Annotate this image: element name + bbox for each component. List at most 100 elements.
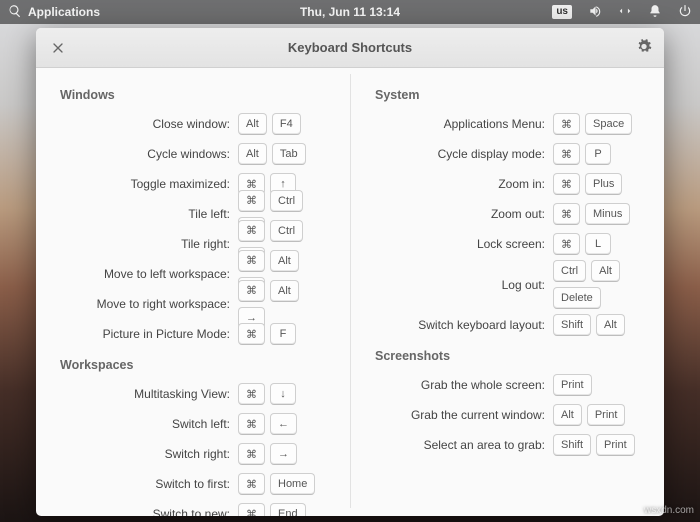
top-panel: Applications Thu, Jun 11 13:14 us — [0, 0, 700, 24]
right-column: System Applications Menu: ⌘Space Cycle disp… — [350, 74, 664, 508]
key-cap: ⌘ — [238, 323, 265, 345]
shortcut-label: Applications Menu: — [375, 117, 545, 131]
shortcut-keys: ⌘Space — [553, 113, 632, 135]
shortcut-keys: ⌘→ — [238, 443, 297, 465]
keyboard-shortcuts-window: Keyboard Shortcuts WindowsClose window:A… — [36, 28, 664, 516]
shortcut-keys: AltF4 — [238, 113, 301, 135]
key-cap: Plus — [585, 173, 622, 195]
shortcut-label: Select an area to grab: — [375, 438, 545, 452]
panel-clock[interactable]: Thu, Jun 11 13:14 — [300, 5, 400, 19]
key-cap: ⌘ — [238, 473, 265, 495]
key-cap: ⌘ — [238, 220, 265, 242]
left-column: WindowsClose window:AltF4Cycle windows:A… — [36, 74, 350, 508]
shortcut-row: Switch to first: ⌘Home — [60, 470, 330, 498]
shortcut-keys: ⌘Plus — [553, 173, 622, 195]
key-cap: F4 — [272, 113, 301, 135]
keyboard-layout-indicator[interactable]: us — [552, 5, 572, 19]
shortcut-label: Tile right: — [60, 237, 230, 251]
shortcut-row: Log out: CtrlAltDelete — [375, 260, 644, 309]
key-cap: ⌘ — [553, 143, 580, 165]
shortcut-row: Zoom out: ⌘Minus — [375, 200, 644, 228]
shortcut-label: Switch left: — [60, 417, 230, 431]
key-cap: ⌘ — [238, 383, 265, 405]
titlebar: Keyboard Shortcuts — [36, 28, 664, 68]
key-cap: Ctrl — [270, 190, 303, 212]
shortcut-label: Zoom out: — [375, 207, 545, 221]
key-cap: → — [270, 443, 297, 465]
shortcut-label: Cycle display mode: — [375, 147, 545, 161]
key-cap: Ctrl — [553, 260, 586, 282]
shortcut-keys: ShiftAlt — [553, 314, 625, 336]
shortcut-label: Cycle windows: — [60, 147, 230, 161]
key-cap: F — [270, 323, 296, 345]
shortcut-keys: ⌘F — [238, 323, 296, 345]
shortcut-label: Tile left: — [60, 207, 230, 221]
key-cap: ⌘ — [553, 203, 580, 225]
shortcut-row: Picture in Picture Mode: ⌘F — [60, 320, 330, 348]
shortcut-label: Multitasking View: — [60, 387, 230, 401]
section-heading: Workspaces — [60, 358, 330, 372]
notifications-icon[interactable] — [648, 4, 662, 21]
shortcut-label: Picture in Picture Mode: — [60, 327, 230, 341]
settings-button[interactable] — [636, 38, 652, 57]
shortcut-row: Close window:AltF4 — [60, 110, 330, 138]
key-cap: Shift — [553, 314, 591, 336]
key-cap: Print — [596, 434, 635, 456]
power-icon[interactable] — [678, 4, 692, 21]
shortcut-label: Grab the current window: — [375, 408, 545, 422]
key-cap: End — [270, 503, 306, 516]
shortcut-keys: ShiftPrint — [553, 434, 635, 456]
shortcut-keys: CtrlAltDelete — [553, 260, 644, 309]
applications-menu[interactable]: Applications — [28, 5, 100, 19]
key-cap: Print — [553, 374, 592, 396]
shortcut-row: Grab the current window: AltPrint — [375, 401, 644, 429]
shortcut-label: Switch keyboard layout: — [375, 318, 545, 332]
shortcut-keys: ⌘Minus — [553, 203, 630, 225]
key-cap: Tab — [272, 143, 306, 165]
key-cap: Ctrl — [270, 220, 303, 242]
key-cap: ⌘ — [553, 113, 580, 135]
key-cap: L — [585, 233, 611, 255]
shortcut-label: Switch right: — [60, 447, 230, 461]
shortcut-row: Move to right workspace:⌘Alt→ — [60, 290, 330, 318]
key-cap: Alt — [591, 260, 620, 282]
volume-icon[interactable] — [588, 4, 602, 21]
shortcut-row: Switch left: ⌘← — [60, 410, 330, 438]
section-heading: System — [375, 88, 644, 102]
shortcut-keys: ⌘← — [238, 413, 297, 435]
content-area: WindowsClose window:AltF4Cycle windows:A… — [36, 68, 664, 516]
shortcut-row: Switch keyboard layout: ShiftAlt — [375, 311, 644, 339]
shortcut-row: Cycle windows:AltTab — [60, 140, 330, 168]
search-icon[interactable] — [8, 4, 22, 21]
key-cap: ⌘ — [238, 280, 265, 302]
key-cap: Alt — [553, 404, 582, 426]
shortcut-label: Zoom in: — [375, 177, 545, 191]
shortcut-label: Log out: — [375, 278, 545, 292]
shortcut-row: Grab the whole screen: Print — [375, 371, 644, 399]
watermark: wsxdn.com — [644, 505, 694, 516]
shortcut-label: Grab the whole screen: — [375, 378, 545, 392]
network-icon[interactable] — [618, 4, 632, 21]
shortcut-row: Zoom in: ⌘Plus — [375, 170, 644, 198]
shortcut-keys: ⌘P — [553, 143, 611, 165]
key-cap: P — [585, 143, 611, 165]
key-cap: Alt — [596, 314, 625, 336]
key-cap: ⌘ — [553, 173, 580, 195]
key-cap: Shift — [553, 434, 591, 456]
key-cap: Minus — [585, 203, 630, 225]
shortcut-row: Applications Menu: ⌘Space — [375, 110, 644, 138]
key-cap: ⌘ — [553, 233, 580, 255]
key-cap: Alt — [238, 113, 267, 135]
close-button[interactable] — [46, 36, 70, 60]
key-cap: Print — [587, 404, 626, 426]
key-cap: ⌘ — [238, 443, 265, 465]
shortcut-keys: ⌘Home — [238, 473, 315, 495]
shortcut-row: Switch to new:⌘End — [60, 500, 330, 516]
key-cap: ← — [270, 413, 297, 435]
shortcut-label: Toggle maximized: — [60, 177, 230, 191]
shortcut-row: Multitasking View:⌘↓ — [60, 380, 330, 408]
shortcut-label: Switch to first: — [60, 477, 230, 491]
shortcut-row: Switch right: ⌘→ — [60, 440, 330, 468]
key-cap: Home — [270, 473, 315, 495]
key-cap: ⌘ — [238, 190, 265, 212]
